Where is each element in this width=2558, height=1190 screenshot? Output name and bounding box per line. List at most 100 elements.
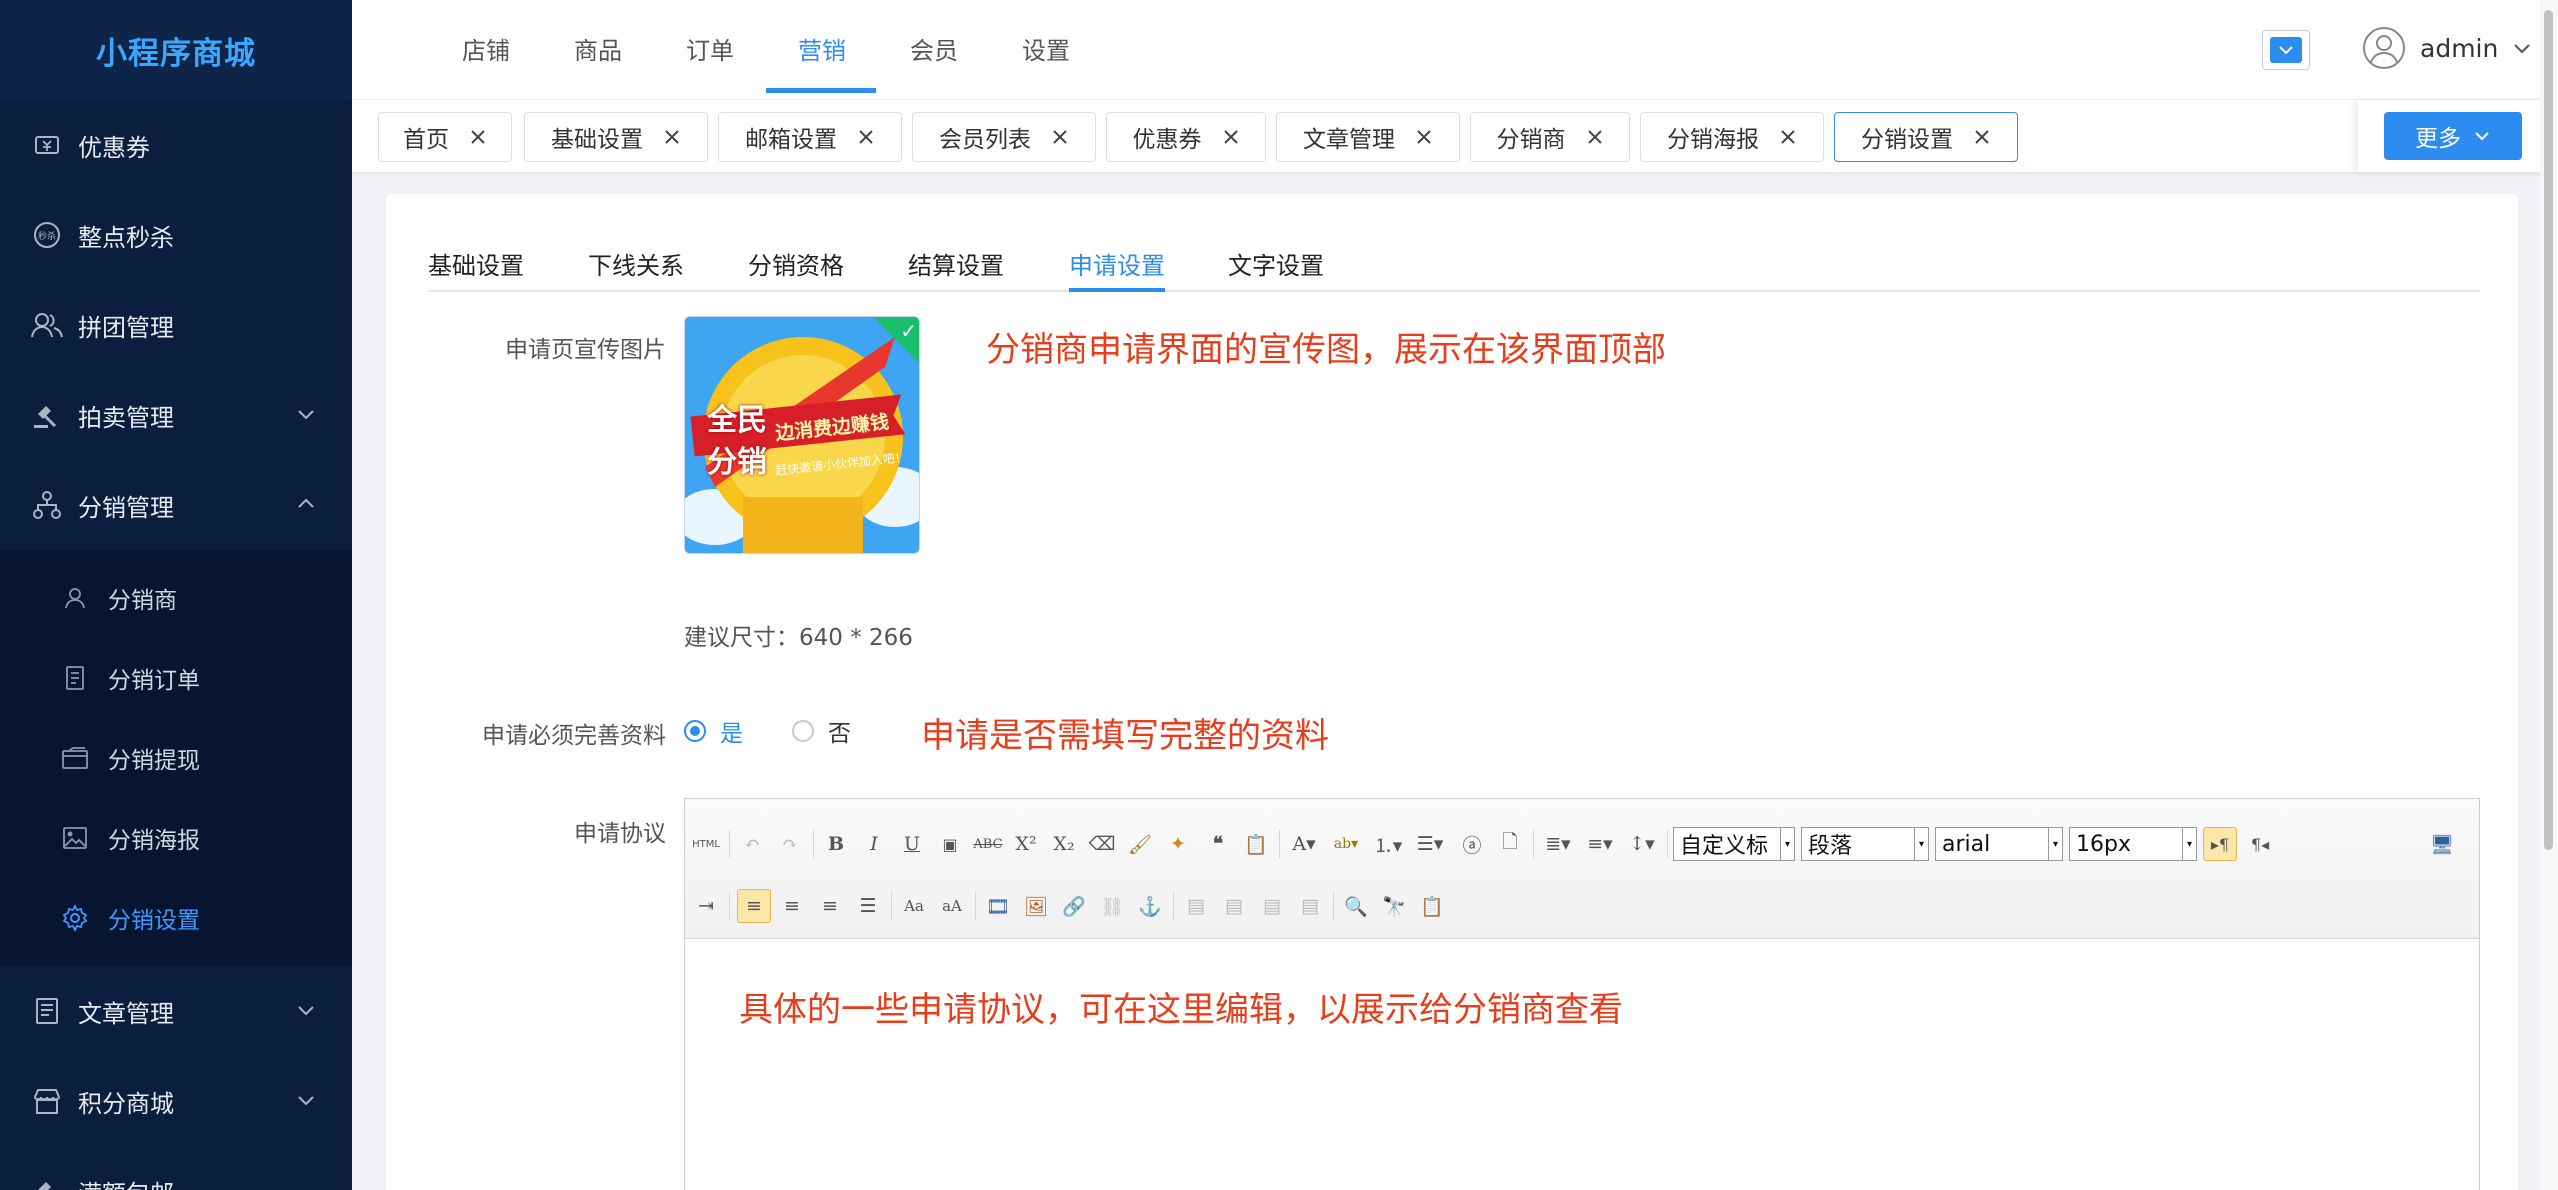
sidebar-subitem-withdraw[interactable]: 分销提现 — [0, 718, 352, 798]
anchor-icon[interactable]: ⚓ — [1133, 889, 1167, 923]
subtab-basic[interactable]: 基础设置 — [428, 246, 524, 281]
subtab-downline[interactable]: 下线关系 — [588, 246, 684, 281]
sidebar-item-articles[interactable]: 文章管理 — [0, 966, 352, 1056]
close-icon[interactable] — [1051, 128, 1069, 146]
tab-marketing[interactable]: 营销 — [798, 0, 846, 96]
bold-icon[interactable]: B — [819, 827, 853, 861]
tag-posters[interactable]: 分销海报 — [1640, 112, 1824, 162]
search-replace-icon[interactable]: 🔭 — [1377, 889, 1411, 923]
eraser-icon[interactable]: ⌫ — [1085, 827, 1119, 861]
video-icon[interactable]: 🎞 — [981, 889, 1015, 923]
more-button[interactable]: 更多 — [2384, 112, 2522, 160]
tag-articles[interactable]: 文章管理 — [1276, 112, 1460, 162]
ltr-direction-icon[interactable]: ▸¶ — [2203, 827, 2237, 861]
sidebar-subitem-posters[interactable]: 分销海报 — [0, 798, 352, 878]
preview-icon[interactable]: 🔍 — [1339, 889, 1373, 923]
subtab-application[interactable]: 申请设置 — [1069, 246, 1165, 281]
sidebar-subitem-distributors[interactable]: 分销商 — [0, 558, 352, 638]
align-left-icon[interactable]: ≡ — [737, 889, 771, 923]
blockquote-icon[interactable]: ❝ — [1201, 827, 1235, 861]
tag-distributors[interactable]: 分销商 — [1470, 112, 1630, 162]
tab-settings[interactable]: 设置 — [1022, 0, 1070, 96]
user-menu[interactable]: admin — [2362, 22, 2532, 74]
custom-title-select[interactable]: 自定义标 ▾ — [1673, 827, 1795, 861]
sidebar-item-coupons[interactable]: 优惠券 — [0, 100, 352, 190]
poster-image[interactable]: 全民 分销 边消费边赚钱 赶快邀请小伙伴加入吧！ ✓ — [684, 316, 920, 554]
close-icon[interactable] — [1586, 128, 1604, 146]
clear-doc-icon[interactable]: 🗋 — [1493, 827, 1527, 861]
subtab-settlement[interactable]: 结算设置 — [908, 246, 1004, 281]
subtab-text[interactable]: 文字设置 — [1228, 246, 1324, 281]
subscript-icon[interactable]: X₂ — [1047, 827, 1081, 861]
close-icon[interactable] — [469, 128, 487, 146]
close-icon[interactable] — [1415, 128, 1433, 146]
tab-products[interactable]: 商品 — [574, 0, 622, 96]
image-right-icon[interactable]: ▤ — [1255, 889, 1289, 923]
align-center-icon[interactable]: ≡ — [775, 889, 809, 923]
link-icon[interactable]: 🔗 — [1057, 889, 1091, 923]
tag-home[interactable]: 首页 — [378, 112, 512, 162]
close-icon[interactable] — [1779, 128, 1797, 146]
scrollbar-thumb[interactable] — [2544, 10, 2553, 850]
sidebar-subitem-settings[interactable]: 分销设置 — [0, 878, 352, 958]
tab-shop[interactable]: 店铺 — [462, 0, 510, 96]
image-upload-icon[interactable]: 🖼 — [1019, 889, 1053, 923]
sidebar-item-points-mall[interactable]: 积分商城 — [0, 1056, 352, 1146]
highlight-color-icon[interactable]: ab▾ — [1329, 827, 1363, 861]
align-justify-icon[interactable]: ☰ — [851, 889, 885, 923]
ordered-list-icon[interactable]: ⒈▾ — [1371, 827, 1405, 861]
to-lowercase-icon[interactable]: aA — [935, 889, 969, 923]
image-left-icon[interactable]: ▤ — [1217, 889, 1251, 923]
tab-members[interactable]: 会员 — [910, 0, 958, 96]
paragraph-spacing-top-icon[interactable]: ≣▾ — [1541, 827, 1575, 861]
sidebar-item-flash-sale[interactable]: 秒杀 整点秒杀 — [0, 190, 352, 280]
font-size-select[interactable]: 16px ▾ — [2069, 827, 2197, 861]
sidebar-item-free-shipping[interactable]: 满额包邮 — [0, 1146, 352, 1190]
close-icon[interactable] — [857, 128, 875, 146]
paragraph-spacing-bottom-icon[interactable]: ≡▾ — [1583, 827, 1617, 861]
select-all-icon[interactable]: ⓐ — [1455, 827, 1489, 861]
html-source-icon[interactable]: HTML — [689, 827, 723, 861]
tag-distribution-settings[interactable]: 分销设置 — [1834, 112, 2018, 162]
close-icon[interactable] — [1973, 128, 1991, 146]
close-icon[interactable] — [1222, 128, 1240, 146]
require-no-radio[interactable]: 否 — [792, 714, 851, 748]
image-none-icon[interactable]: ▤ — [1179, 889, 1213, 923]
paragraph-select[interactable]: 段落 ▾ — [1801, 827, 1929, 861]
line-height-icon[interactable]: ↕▾ — [1625, 827, 1659, 861]
require-yes-radio[interactable]: 是 — [684, 714, 743, 748]
tag-basic-settings[interactable]: 基础设置 — [524, 112, 708, 162]
tag-mail-settings[interactable]: 邮箱设置 — [718, 112, 902, 162]
format-painter-icon[interactable]: 🖌 — [1123, 827, 1157, 861]
tag-coupons[interactable]: 优惠券 — [1106, 112, 1266, 162]
align-right-icon[interactable]: ≡ — [813, 889, 847, 923]
fullscreen-icon[interactable]: 🖥 — [2425, 827, 2459, 861]
strikethrough-icon[interactable]: ABC — [971, 827, 1005, 861]
unlink-icon[interactable]: ⛓ — [1095, 889, 1129, 923]
font-family-select[interactable]: arial ▾ — [1935, 827, 2063, 861]
redo-icon[interactable]: ↷ — [773, 827, 807, 861]
font-color-icon[interactable]: A▾ — [1287, 827, 1321, 861]
sidebar-item-auction[interactable]: 拍卖管理 — [0, 370, 352, 460]
subtab-qualification[interactable]: 分销资格 — [748, 246, 844, 281]
to-uppercase-icon[interactable]: Aa — [897, 889, 931, 923]
italic-icon[interactable]: I — [857, 827, 891, 861]
superscript-icon[interactable]: X² — [1009, 827, 1043, 861]
sidebar-item-distribution[interactable]: 分销管理 — [0, 460, 352, 550]
close-icon[interactable] — [663, 128, 681, 146]
auto-format-icon[interactable]: ✦ — [1161, 827, 1195, 861]
unordered-list-icon[interactable]: ☰▾ — [1413, 827, 1447, 861]
underline-icon[interactable]: U — [895, 827, 929, 861]
paste-plain-icon[interactable]: 📋 — [1239, 827, 1273, 861]
tag-member-list[interactable]: 会员列表 — [912, 112, 1096, 162]
paste-word-icon[interactable]: 📋 — [1415, 889, 1449, 923]
sidebar-subitem-orders[interactable]: 分销订单 — [0, 638, 352, 718]
sidebar-item-group-buy[interactable]: 拼团管理 — [0, 280, 352, 370]
header-dropdown-button[interactable] — [2262, 30, 2310, 70]
undo-icon[interactable]: ↶ — [735, 827, 769, 861]
font-border-icon[interactable]: ▣ — [933, 827, 967, 861]
page-scrollbar[interactable] — [2540, 0, 2558, 1190]
tab-orders[interactable]: 订单 — [686, 0, 734, 96]
editor-content-area[interactable]: 具体的一些申请协议，可在这里编辑，以展示给分销商查看 — [685, 940, 2479, 1190]
indent-icon[interactable]: ⇥ — [689, 889, 723, 923]
